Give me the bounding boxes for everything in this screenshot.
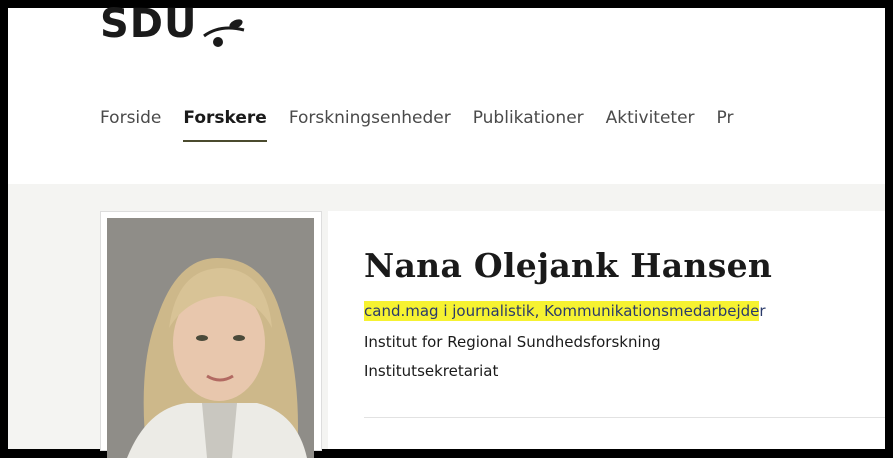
nav-item-forskningsenheder[interactable]: Forskningsenheder: [289, 108, 451, 142]
section-divider: [364, 417, 885, 418]
profile-unit[interactable]: Institutsekretariat: [364, 362, 498, 380]
profile-job-title: cand.mag i journalistik, Kommunikationsm…: [364, 301, 766, 321]
nav-item-forside[interactable]: Forside: [100, 108, 161, 142]
nav-item-publikationer[interactable]: Publikationer: [473, 108, 584, 142]
profile-photo-card: [100, 211, 322, 458]
profile-name: Nana Olejank Hansen: [364, 246, 773, 285]
logo-text: SDU: [100, 1, 198, 47]
profile-institute[interactable]: Institut for Regional Sundhedsforskning: [364, 333, 661, 351]
profile-photo: [107, 218, 314, 458]
title-text-rest: r: [759, 302, 766, 320]
leaf-logo-icon: [203, 19, 245, 47]
nav-item-forskere[interactable]: Forskere: [183, 108, 268, 142]
main-navigation: Forside Forskere Forskningsenheder Publikat…: [100, 108, 756, 142]
nav-item-pr[interactable]: Pr: [717, 108, 734, 142]
nav-item-aktiviteter[interactable]: Aktiviteter: [606, 108, 695, 142]
highlighted-title-text: cand.mag i journalistik, Kommunikationsm…: [364, 301, 760, 321]
portrait-image: [107, 218, 314, 458]
